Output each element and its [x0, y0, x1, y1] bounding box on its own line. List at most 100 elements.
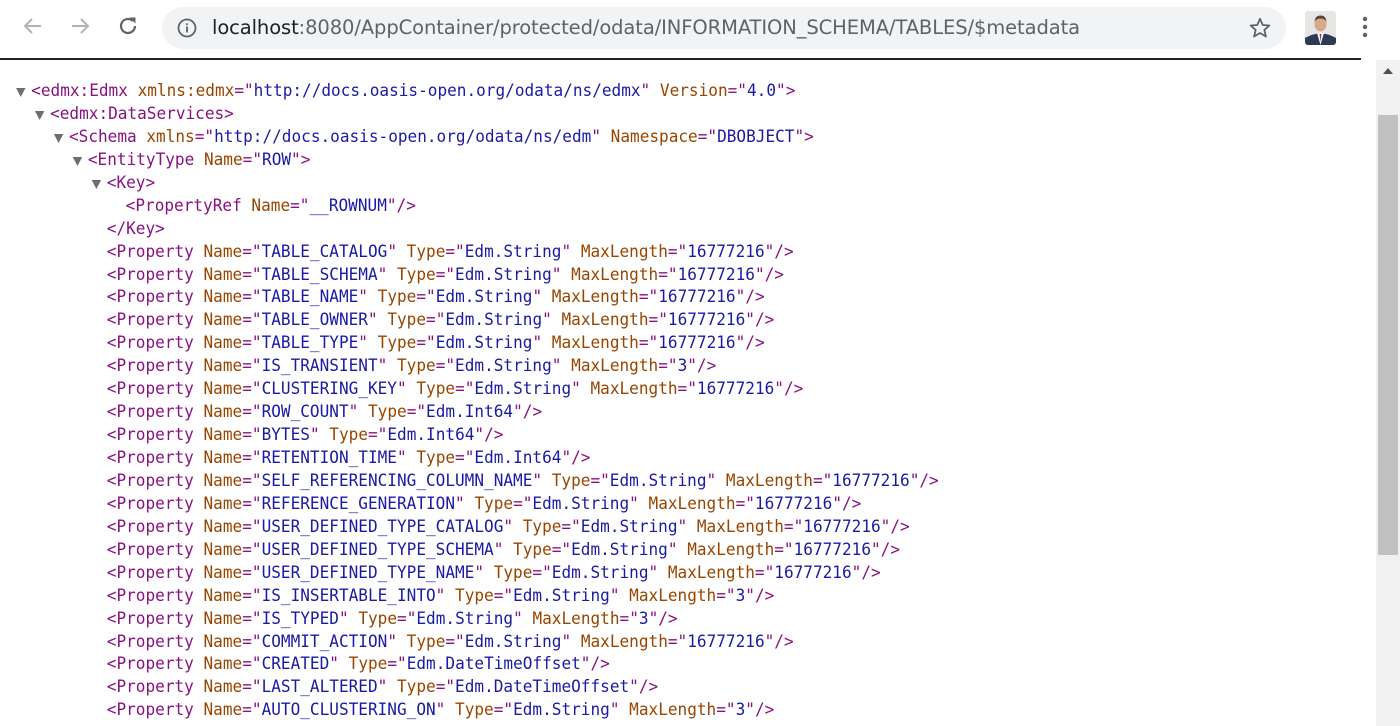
xml-tag-token: =": [242, 264, 262, 285]
xml-tag-token: ": [706, 470, 726, 491]
forward-button[interactable]: [62, 8, 98, 44]
xml-tag-token: =": [667, 631, 688, 652]
xml-tree: <edmx:Edmx xmlns:edmx="http://docs.oasis…: [0, 80, 939, 722]
xml-tag-token: =": [754, 562, 775, 583]
xml-tag-token: "/>: [474, 425, 504, 446]
xml-line: <Property Name="CLUSTERING_KEY" Type="Ed…: [0, 378, 939, 401]
xml-attr-token: Type: [406, 241, 446, 262]
xml-attr-token: Type: [397, 356, 436, 377]
xml-val-token: 3: [735, 585, 746, 606]
xml-line: <Property Name="LAST_ALTERED" Type="Edm.…: [0, 676, 939, 699]
xml-attr-token: MaxLength: [725, 470, 813, 491]
xml-tag-token: =": [435, 356, 456, 377]
xml-val-token: IS_INSERTABLE_INTO: [261, 585, 436, 606]
xml-tag-token: =": [242, 654, 262, 675]
xml-tag-token: <Property: [106, 310, 204, 331]
url-host: localhost: [212, 16, 299, 39]
xml-tag-token: ": [377, 677, 398, 698]
xml-attr-token: Name: [203, 356, 243, 377]
xml-tag-token: ": [648, 562, 668, 583]
back-button[interactable]: [15, 8, 51, 44]
xml-tag-token: =": [435, 677, 456, 698]
xml-attr-token: MaxLength: [532, 608, 620, 629]
xml-tag-token: =": [242, 402, 262, 423]
xml-attr-token: Name: [203, 608, 243, 629]
xml-attr-token: Name: [203, 402, 243, 423]
xml-val-token: TABLE_TYPE: [261, 333, 359, 354]
xml-tag-token: =": [677, 379, 697, 400]
xml-line: <PropertyRef Name="__ROWNUM"/>: [0, 195, 939, 218]
xml-tag-token: <edmx:Edmx: [31, 81, 138, 101]
address-bar[interactable]: localhost:8080/AppContainer/protected/od…: [162, 7, 1286, 49]
xml-tag-token: ": [640, 81, 660, 101]
xml-attr-token: Type: [387, 310, 427, 331]
xml-tag-token: <Property: [106, 539, 204, 560]
vertical-dots-icon[interactable]: [1355, 14, 1375, 42]
collapse-triangle-icon[interactable]: [16, 88, 26, 97]
xml-tag-token: =": [783, 516, 804, 537]
profile-avatar[interactable]: [1305, 11, 1336, 45]
xml-tag-token: ": [561, 241, 581, 262]
xml-val-token: Edm.String: [464, 241, 562, 262]
xml-val-token: 16777216: [754, 493, 833, 514]
collapse-triangle-icon[interactable]: [34, 110, 45, 120]
xml-tag-token: =": [242, 631, 262, 652]
scrollbar-thumb[interactable]: [1378, 115, 1398, 555]
xml-attr-token: MaxLength: [648, 493, 736, 514]
xml-tag-token: <Property: [106, 631, 204, 652]
xml-val-token: USER_DEFINED_TYPE_CATALOG: [261, 516, 504, 537]
xml-attr-token: Name: [203, 585, 243, 606]
xml-val-token: Edm.String: [474, 379, 572, 400]
xml-tag-token: ": [358, 333, 378, 354]
xml-tag-token: =": [368, 425, 388, 446]
xml-val-token: TABLE_CATALOG: [261, 241, 388, 262]
xml-tag-token: =": [727, 81, 747, 101]
xml-tag-token: =": [242, 539, 262, 560]
xml-tag-token: <Key>: [106, 172, 156, 193]
xml-tag-token: =": [242, 700, 262, 721]
xml-attr-token: Type: [367, 402, 407, 423]
collapse-triangle-icon[interactable]: [72, 156, 83, 166]
xml-val-token: Edm.String: [551, 562, 649, 583]
collapse-triangle-icon[interactable]: [91, 179, 102, 189]
xml-line: <Property Name="USER_DEFINED_TYPE_CATALO…: [0, 516, 939, 539]
xml-attr-token: Name: [203, 448, 243, 468]
xml-tag-token: =": [493, 700, 514, 721]
xml-tag-token: ">: [291, 149, 311, 170]
xml-line: <Schema xmlns="http://docs.oasis-open.or…: [0, 126, 939, 149]
scroll-up-arrow-icon[interactable]: [1383, 68, 1393, 74]
xml-tag-token: <Property: [106, 402, 204, 423]
xml-tag-token: =": [532, 562, 552, 583]
xml-attr-token: Name: [203, 470, 243, 491]
xml-tag-token: =": [242, 149, 263, 170]
star-icon[interactable]: [1248, 16, 1272, 40]
xml-line: <Key>: [0, 172, 939, 195]
xml-attr-token: Name: [203, 516, 243, 537]
xml-val-token: 16777216: [687, 241, 765, 262]
xml-tag-token: "/>: [764, 241, 794, 262]
xml-attr-token: MaxLength: [561, 310, 649, 331]
reload-button[interactable]: [110, 8, 146, 44]
xml-tag-token: =": [590, 470, 610, 491]
info-circle-icon[interactable]: [176, 17, 198, 39]
xml-attr-token: Name: [203, 493, 243, 514]
xml-tag-token: ": [561, 631, 581, 652]
xml-tag-token: =": [242, 585, 262, 606]
xml-tag-token: =": [242, 356, 262, 377]
collapse-triangle-icon[interactable]: [53, 133, 64, 143]
xml-val-token: http://docs.oasis-open.org/odata/ns/edmx: [253, 81, 641, 101]
xml-val-token: Edm.String: [532, 493, 630, 514]
xml-tag-token: =": [716, 585, 736, 606]
vertical-scrollbar[interactable]: [1376, 60, 1400, 726]
xml-tag-token: "/>: [832, 493, 862, 514]
xml-line: <Property Name="TABLE_TYPE" Type="Edm.St…: [0, 332, 939, 355]
url-text[interactable]: localhost:8080/AppContainer/protected/od…: [212, 7, 1080, 49]
xml-val-token: Edm.Int64: [387, 425, 475, 446]
xml-line: <Property Name="USER_DEFINED_TYPE_SCHEMA…: [0, 539, 939, 562]
profile-photo: [1305, 11, 1336, 45]
xml-val-token: Edm.String: [571, 539, 668, 560]
xml-tag-token: =": [194, 126, 215, 147]
xml-tag-token: =": [648, 310, 668, 331]
xml-line: <edmx:DataServices>: [0, 103, 939, 126]
xml-attr-token: MaxLength: [551, 333, 639, 354]
